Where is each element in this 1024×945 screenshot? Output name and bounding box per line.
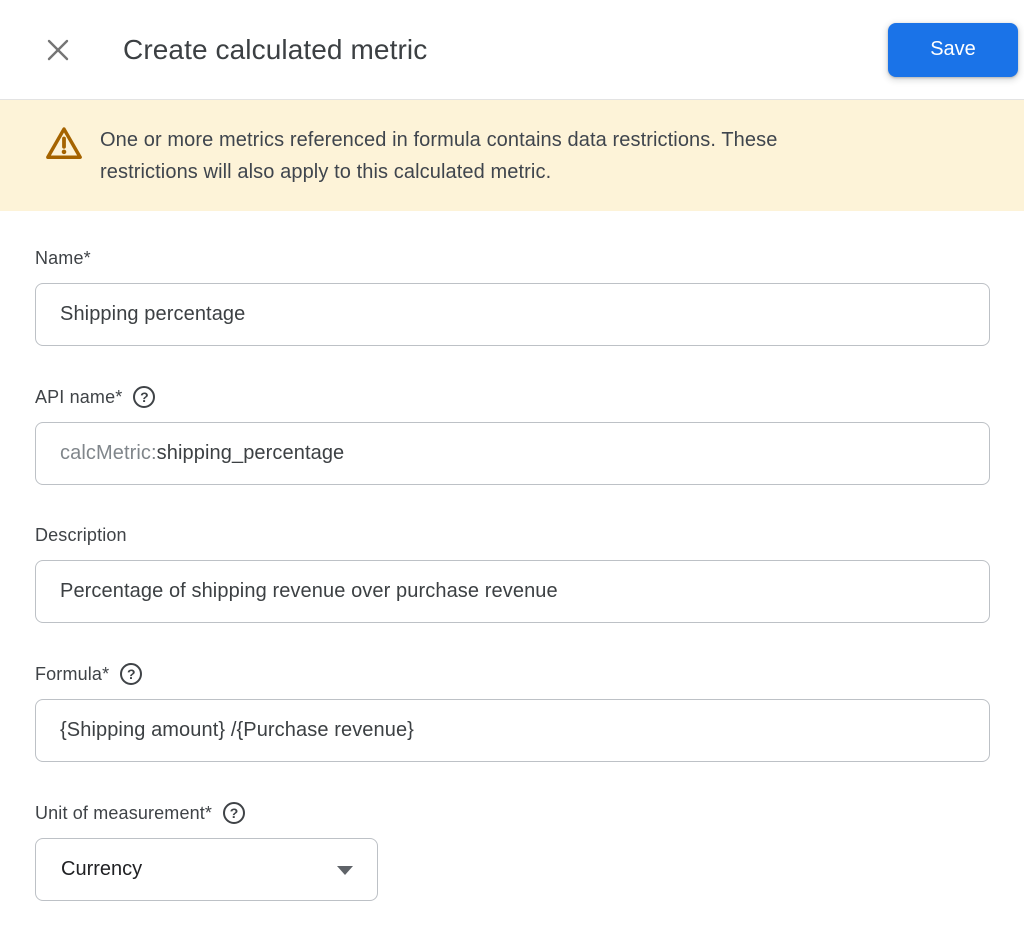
name-field-group: Name* — [35, 248, 990, 346]
formula-label: Formula* — [35, 663, 110, 684]
api-name-field-group: API name* ? calcMetric: shipping_percenta… — [35, 386, 990, 485]
calculated-metric-form: Name* API name* ? calcMetric:shipping_pe… — [0, 211, 1024, 901]
api-name-input[interactable]: calcMetric: shipping_percentage — [35, 422, 990, 485]
unit-selected-value: Currency — [61, 858, 143, 880]
unit-label: Unit of measurement* — [35, 802, 213, 823]
name-label: Name* — [35, 248, 91, 268]
formula-field-group: Formula* ? — [35, 663, 990, 762]
chevron-down-icon — [337, 866, 353, 875]
unit-field-group: Unit of measurement* ? Currency — [35, 802, 990, 901]
close-button[interactable] — [43, 35, 73, 65]
api-name-value: shipping_percentage — [156, 442, 345, 464]
description-label: Description — [35, 525, 127, 545]
warning-message: One or more metrics referenced in formul… — [100, 129, 778, 183]
api-name-help-icon[interactable]: ? — [133, 386, 156, 408]
description-input[interactable] — [35, 560, 990, 623]
close-icon — [44, 36, 72, 64]
dialog-header: Create calculated metric Save — [0, 0, 1024, 100]
save-button[interactable]: Save — [888, 22, 1018, 77]
page-title: Create calculated metric — [123, 33, 428, 65]
api-name-label: API name* — [35, 386, 123, 407]
name-input[interactable] — [35, 283, 990, 346]
unit-select[interactable]: Currency — [35, 838, 378, 901]
api-name-prefix: calcMetric: — [60, 442, 157, 464]
unit-help-icon[interactable]: ? — [223, 802, 246, 824]
formula-input[interactable] — [35, 699, 990, 762]
description-field-group: Description — [35, 525, 990, 623]
formula-help-icon[interactable]: ? — [120, 663, 143, 685]
warning-banner: One or more metrics referenced in formul… — [0, 100, 1024, 211]
warning-icon — [45, 125, 83, 166]
